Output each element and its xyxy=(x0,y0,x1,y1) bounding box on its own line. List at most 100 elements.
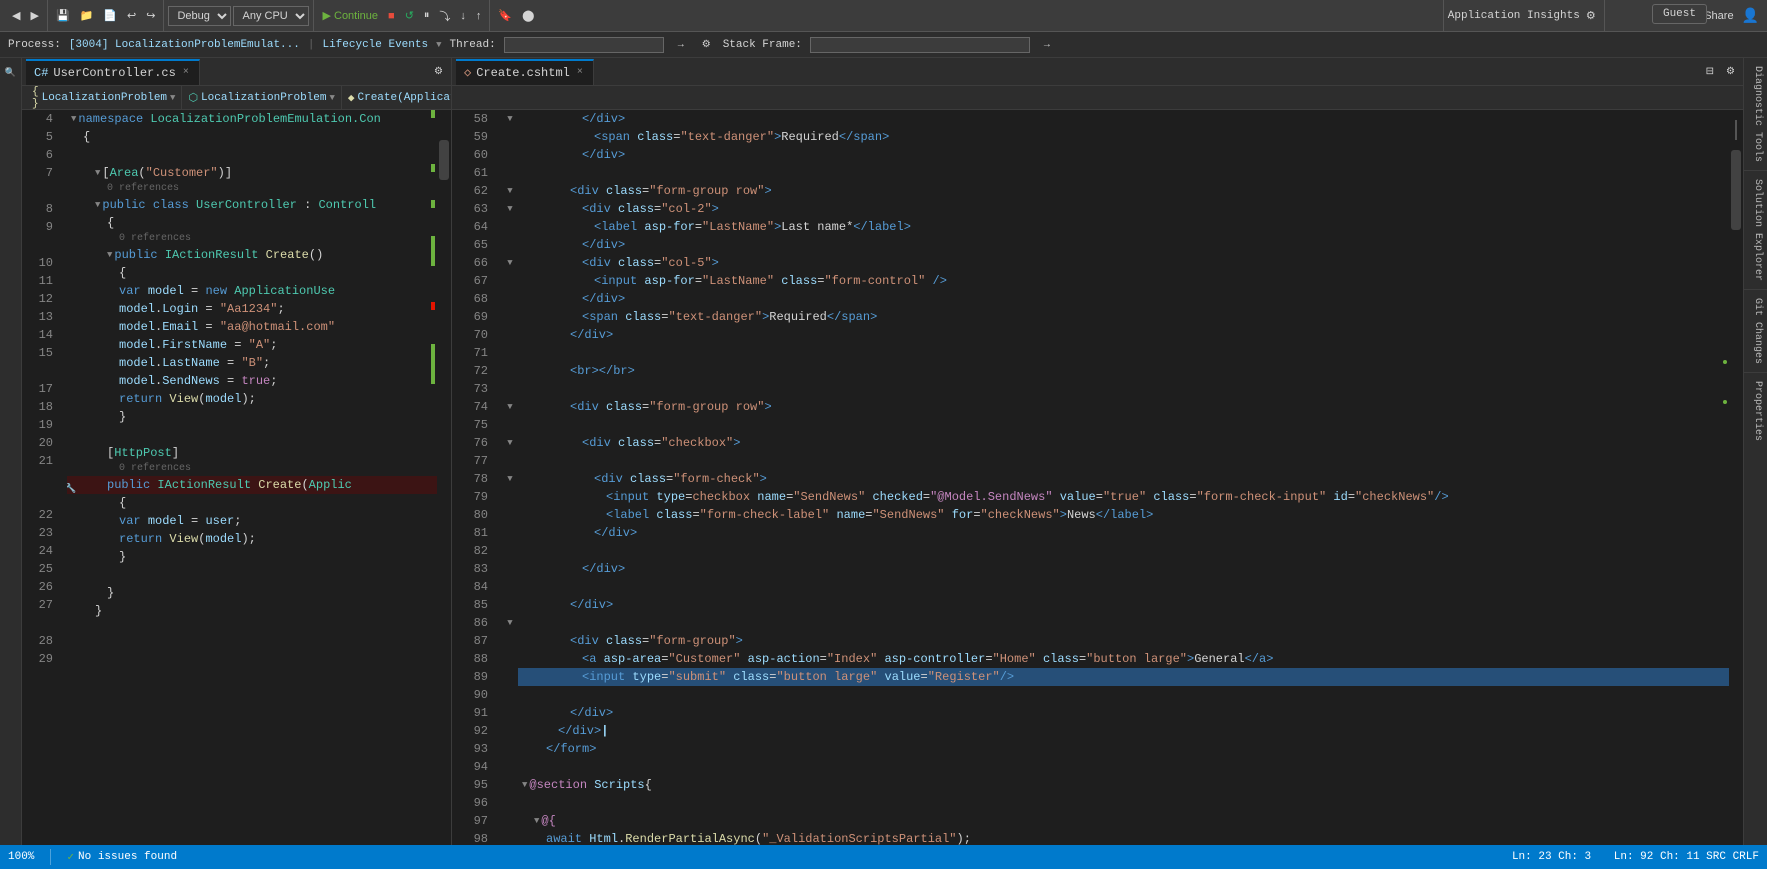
right-line-numbers: 58 59 60 61 62 63 64 65 66 67 68 69 70 7… xyxy=(452,110,502,845)
thread-input[interactable] xyxy=(504,37,664,53)
code-line: model.FirstName = "A"; xyxy=(67,336,437,354)
fold-58[interactable]: ▼ xyxy=(502,110,518,128)
thread-go[interactable]: → xyxy=(672,37,690,52)
right-scroll-thumb[interactable] xyxy=(1731,150,1741,230)
code-line xyxy=(518,614,1729,632)
debug-controls: ▶ Continue ■ ↺ ⏸ ⤵ ↓ ↑ xyxy=(314,0,490,31)
step-out-btn[interactable]: ↑ xyxy=(472,8,486,24)
fold-87[interactable]: ▼ xyxy=(502,614,518,632)
code-line xyxy=(67,620,437,638)
breadcrumb-localization[interactable]: { } LocalizationProblem ▼ xyxy=(26,86,182,109)
code-line: ▼ public IActionResult Create() xyxy=(67,246,437,264)
properties-tab[interactable]: Properties xyxy=(1744,373,1767,449)
code-line: <input type=checkbox name="SendNews" che… xyxy=(518,488,1729,506)
lifecycle-label[interactable]: Lifecycle Events xyxy=(322,39,428,51)
undo-btn[interactable]: ↩ xyxy=(123,7,140,24)
left-editor-panel: C# UserController.cs × ⚙ { } Localizatio… xyxy=(22,58,452,845)
debug-config-dropdown[interactable]: Debug xyxy=(168,6,231,26)
code-line: </div> xyxy=(518,704,1729,722)
code-line: return View(model); xyxy=(67,530,437,548)
code-line: 0 references xyxy=(67,182,437,196)
app-insights-settings[interactable]: ⚙ xyxy=(1582,7,1600,24)
forward-btn[interactable]: ▶ xyxy=(26,7,42,24)
process-bar: Process: [3004] LocalizationProblemEmula… xyxy=(0,32,1767,58)
git-changes-tab[interactable]: Git Changes xyxy=(1744,290,1767,373)
code-line: <span class="text-danger">Required</span… xyxy=(518,128,1729,146)
code-line xyxy=(67,566,437,584)
code-line: <div class="form-group row"> xyxy=(518,398,1729,416)
settings-btn-right[interactable]: ⚙ xyxy=(1722,64,1739,79)
solution-explorer-tab[interactable]: Solution Explorer xyxy=(1744,171,1767,290)
close-create-cshtml[interactable]: × xyxy=(575,66,585,79)
status-no-issues: ✓ No issues found xyxy=(67,850,177,864)
fold-63[interactable]: ▼ xyxy=(502,200,518,218)
restart-btn[interactable]: ↺ xyxy=(401,7,418,24)
left-scrollbar[interactable] xyxy=(437,110,451,845)
settings-btn-left[interactable]: ⚙ xyxy=(430,64,447,79)
code-line: <div class="checkbox"> xyxy=(518,434,1729,452)
process-label: Process: xyxy=(8,39,61,51)
guest-button[interactable]: Guest xyxy=(1652,4,1707,24)
stop-btn[interactable]: ■ xyxy=(384,8,399,24)
tab-create-cshtml[interactable]: ◇ Create.cshtml × xyxy=(456,59,594,85)
code-line xyxy=(518,686,1729,704)
fold-column: ▼ ▼ ▼ ▼ ▼ xyxy=(502,110,518,845)
new-btn[interactable]: 📄 xyxy=(99,7,121,24)
stack-frame-go[interactable]: → xyxy=(1038,37,1056,52)
code-line: <div class="col-5"> xyxy=(518,254,1729,272)
namespace-icon: { } xyxy=(32,86,39,110)
left-tab-bar: C# UserController.cs × ⚙ xyxy=(22,58,451,86)
pause-btn[interactable]: ⏸ xyxy=(420,7,434,24)
breadcrumb-localization2[interactable]: ⬡ LocalizationProblem ▼ xyxy=(182,86,341,109)
code-line xyxy=(518,416,1729,434)
code-line xyxy=(67,426,437,444)
fold-66[interactable]: ▼ xyxy=(502,254,518,272)
back-btn[interactable]: ◀ xyxy=(8,7,24,24)
breakpoint-btn[interactable]: ⬤ xyxy=(518,7,538,24)
code-line: ▼ namespace LocalizationProblemEmulation… xyxy=(67,110,437,128)
debug-section: Debug Any CPU xyxy=(164,0,314,31)
fold-76[interactable]: ▼ xyxy=(502,434,518,452)
step-into-btn[interactable]: ↓ xyxy=(456,8,470,24)
stack-frame-input[interactable] xyxy=(810,37,1030,53)
fold-74[interactable]: ▼ xyxy=(502,398,518,416)
bookmark-btn[interactable]: 🔖 xyxy=(494,7,516,24)
left-breadcrumb: { } LocalizationProblem ▼ ⬡ Localization… xyxy=(22,86,451,110)
fold-78[interactable]: ▼ xyxy=(502,470,518,488)
process-value: [3004] LocalizationProblemEmulat... xyxy=(69,39,300,51)
tab-user-controller[interactable]: C# UserController.cs × xyxy=(26,59,200,85)
code-line: </div> xyxy=(518,146,1729,164)
status-zoom: 100% xyxy=(8,851,34,863)
code-line: <label asp-for="LastName">Last name*</la… xyxy=(518,218,1729,236)
fold-62[interactable]: ▼ xyxy=(502,182,518,200)
code-line xyxy=(518,380,1729,398)
margin-dot-2 xyxy=(1723,400,1727,404)
left-code-content[interactable]: ▼ namespace LocalizationProblemEmulation… xyxy=(67,110,437,845)
code-line: { xyxy=(67,264,437,282)
code-line xyxy=(518,344,1729,362)
code-line: ⇒ model.SendNews = true; xyxy=(67,372,437,390)
code-line: ▼ @{ xyxy=(518,812,1729,830)
code-line xyxy=(518,452,1729,470)
right-breadcrumb xyxy=(452,86,1743,110)
open-btn[interactable]: 📁 xyxy=(76,7,98,24)
object-browser-icon[interactable]: 🔍 xyxy=(4,62,18,81)
close-user-controller[interactable]: × xyxy=(181,66,191,79)
left-scroll-thumb[interactable] xyxy=(439,140,449,180)
diagnostic-tools-tab[interactable]: Diagnostic Tools xyxy=(1744,58,1767,171)
split-view-btn[interactable]: ⊟ xyxy=(1702,64,1718,79)
class-icon: ⬡ xyxy=(188,91,198,105)
redo-btn[interactable]: ↪ xyxy=(142,7,159,24)
status-right-group: Ln: 23 Ch: 3 Ln: 92 Ch: 11 SRC CRLF xyxy=(1512,851,1759,863)
code-line-highlighted: <input type="submit" class="button large… xyxy=(518,668,1729,686)
right-code-content[interactable]: </div> <span class="text-danger">Require… xyxy=(518,110,1729,845)
breadcrumb-create[interactable]: ◆ Create(ApplicationU ▼ xyxy=(342,86,452,109)
user-icon-btn[interactable]: 👤 xyxy=(1738,5,1763,26)
step-over-btn[interactable]: ⤵ xyxy=(435,6,454,26)
thread-settings[interactable]: ⚙ xyxy=(698,37,715,52)
right-scrollbar[interactable] xyxy=(1729,110,1743,845)
continue-btn[interactable]: ▶ Continue xyxy=(318,7,382,24)
method-icon: ◆ xyxy=(348,91,355,105)
cpu-dropdown[interactable]: Any CPU xyxy=(233,6,309,26)
save-btn[interactable]: 💾 xyxy=(52,7,74,24)
